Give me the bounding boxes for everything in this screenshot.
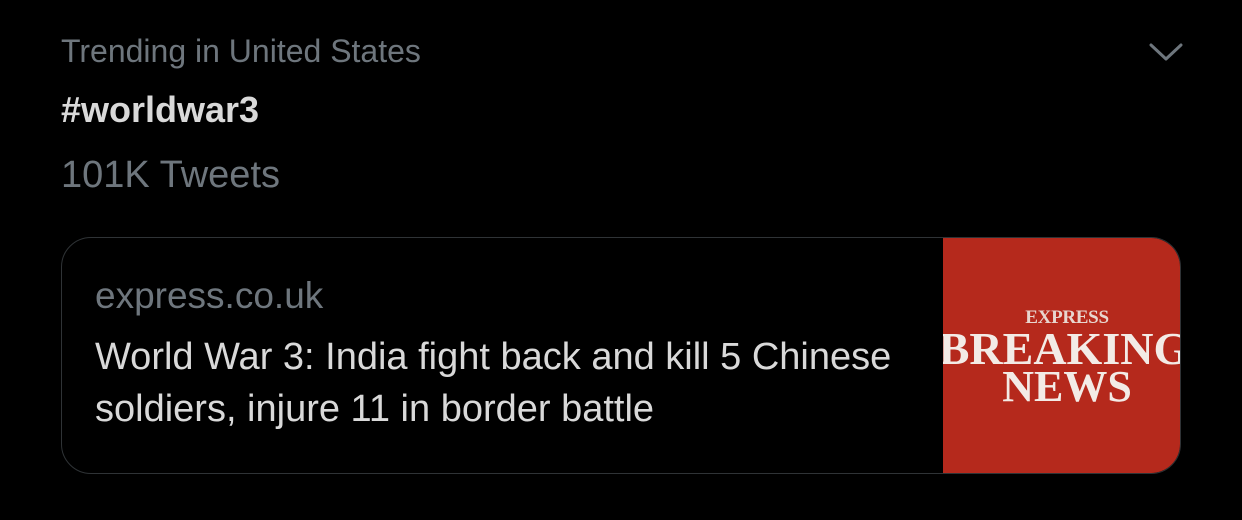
news-link-card[interactable]: express.co.uk World War 3: India fight b…: [61, 237, 1181, 474]
card-domain: express.co.uk: [95, 275, 324, 316]
card-headline[interactable]: World War 3: India fight back and kill 5…: [95, 331, 925, 435]
trend-context: Trending in United States: [61, 33, 421, 69]
tweet-count: 101K Tweets: [61, 154, 281, 196]
thumbnail-news-text: NEWS: [1002, 362, 1132, 411]
trend-menu-button[interactable]: [1146, 36, 1186, 68]
trend-hashtag[interactable]: #worldwar3: [61, 88, 259, 132]
card-thumbnail[interactable]: EXPRESS BREAKING NEWS: [943, 238, 1180, 473]
chevron-down-icon[interactable]: [1149, 42, 1183, 62]
